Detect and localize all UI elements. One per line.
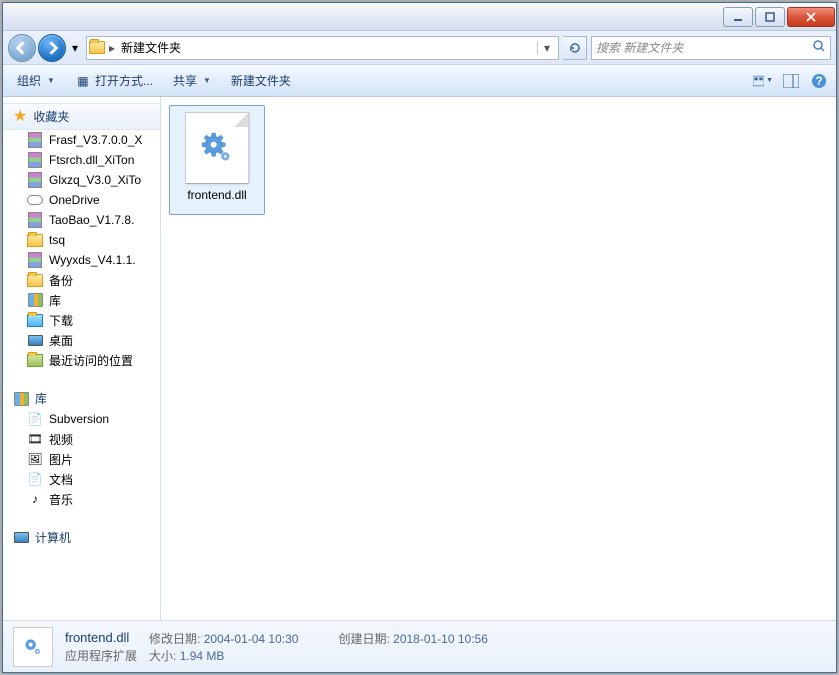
details-file-icon <box>13 627 53 667</box>
picture-icon: 🖼 <box>27 451 43 467</box>
new-folder-button[interactable]: 新建文件夹 <box>223 68 299 93</box>
search-placeholder: 搜索 新建文件夹 <box>596 39 683 56</box>
sidebar-item[interactable]: TaoBao_V1.7.8. <box>3 210 160 230</box>
sidebar-item[interactable]: tsq <box>3 230 160 250</box>
breadcrumb-current[interactable]: 新建文件夹 <box>119 39 183 56</box>
close-button[interactable] <box>787 7 835 27</box>
minimize-button[interactable] <box>723 7 753 27</box>
organize-menu[interactable]: 组织▼ <box>9 68 63 93</box>
view-options-button[interactable]: ▼ <box>752 71 774 91</box>
sidebar-item[interactable]: 桌面 <box>3 330 160 350</box>
computer-icon <box>13 530 29 546</box>
search-icon <box>812 39 826 56</box>
download-icon <box>27 312 43 328</box>
folder-icon <box>27 232 43 248</box>
created-label: 创建日期: <box>338 632 389 646</box>
help-button[interactable]: ? <box>808 71 830 91</box>
sidebar-item[interactable]: 📄Subversion <box>3 409 160 429</box>
size-value: 1.94 MB <box>180 649 225 663</box>
refresh-button[interactable] <box>563 36 587 60</box>
created-value: 2018-01-10 10:56 <box>393 632 488 646</box>
file-list[interactable]: frontend.dll <box>161 97 836 620</box>
explorer-window: ▾ ▸ 新建文件夹 ▾ 搜索 新建文件夹 组织▼ ▦打开方式... 共享▼ 新建… <box>2 2 837 673</box>
document-icon: 📄 <box>27 471 43 487</box>
libraries-header[interactable]: 库 <box>3 388 160 409</box>
video-icon: 🎞 <box>27 431 43 447</box>
modified-label: 修改日期: <box>149 632 200 646</box>
details-pane: frontend.dll 应用程序扩展 修改日期: 2004-01-04 10:… <box>3 620 836 672</box>
sidebar-item[interactable]: 📄文档 <box>3 469 160 489</box>
share-menu[interactable]: 共享▼ <box>165 68 219 93</box>
favorites-header[interactable]: ★收藏夹 <box>3 103 160 130</box>
folder-icon <box>89 40 105 56</box>
music-icon: ♪ <box>27 491 43 507</box>
sidebar-item[interactable]: 库 <box>3 290 160 310</box>
archive-icon <box>27 212 43 228</box>
desktop-icon <box>27 332 43 348</box>
archive-icon <box>27 152 43 168</box>
address-bar: ▾ ▸ 新建文件夹 ▾ 搜索 新建文件夹 <box>3 31 836 65</box>
archive-icon <box>27 172 43 188</box>
dll-file-icon <box>185 112 249 184</box>
nav-history-dropdown[interactable]: ▾ <box>68 37 82 59</box>
recent-icon <box>27 352 43 368</box>
back-button[interactable] <box>8 34 36 62</box>
doc-icon: 📄 <box>27 411 43 427</box>
sidebar-item[interactable]: 备份 <box>3 270 160 290</box>
sidebar-item[interactable]: 最近访问的位置 <box>3 350 160 370</box>
computer-header[interactable]: 计算机 <box>3 527 160 548</box>
library-icon <box>13 391 29 407</box>
sidebar-item[interactable]: Glxzq_V3.0_XiTo <box>3 170 160 190</box>
app-icon: ▦ <box>75 73 91 89</box>
sidebar-item[interactable]: ♪音乐 <box>3 489 160 509</box>
maximize-button[interactable] <box>755 7 785 27</box>
file-name-label: frontend.dll <box>187 188 246 202</box>
cloud-icon <box>27 192 43 208</box>
sidebar-item[interactable]: 🖼图片 <box>3 449 160 469</box>
titlebar <box>3 3 836 31</box>
command-bar: 组织▼ ▦打开方式... 共享▼ 新建文件夹 ▼ ? <box>3 65 836 97</box>
sidebar-item[interactable]: Frasf_V3.7.0.0_X <box>3 130 160 150</box>
details-filename: frontend.dll <box>65 630 137 645</box>
archive-icon <box>27 252 43 268</box>
details-filetype: 应用程序扩展 <box>65 647 137 664</box>
archive-icon <box>27 132 43 148</box>
breadcrumb-separator[interactable]: ▸ <box>105 41 119 55</box>
forward-button[interactable] <box>38 34 66 62</box>
sidebar-item[interactable]: 下载 <box>3 310 160 330</box>
breadcrumb[interactable]: ▸ 新建文件夹 ▾ <box>86 36 559 60</box>
star-icon: ★ <box>13 109 27 125</box>
file-item-selected[interactable]: frontend.dll <box>169 105 265 215</box>
sidebar-item[interactable]: Ftsrch.dll_XiTon <box>3 150 160 170</box>
search-input[interactable]: 搜索 新建文件夹 <box>591 36 831 60</box>
svg-text:?: ? <box>815 74 822 88</box>
open-with-menu[interactable]: ▦打开方式... <box>67 68 161 93</box>
folder-icon <box>27 272 43 288</box>
library-icon <box>27 292 43 308</box>
sidebar-item[interactable]: 🎞视频 <box>3 429 160 449</box>
modified-value: 2004-01-04 10:30 <box>204 632 299 646</box>
sidebar-item[interactable]: Wyyxds_V4.1.1. <box>3 250 160 270</box>
preview-pane-button[interactable] <box>780 71 802 91</box>
address-dropdown[interactable]: ▾ <box>537 41 556 55</box>
sidebar-item[interactable]: OneDrive <box>3 190 160 210</box>
size-label: 大小: <box>149 649 176 663</box>
navigation-pane: ★收藏夹 Frasf_V3.7.0.0_X Ftsrch.dll_XiTon G… <box>3 97 161 620</box>
